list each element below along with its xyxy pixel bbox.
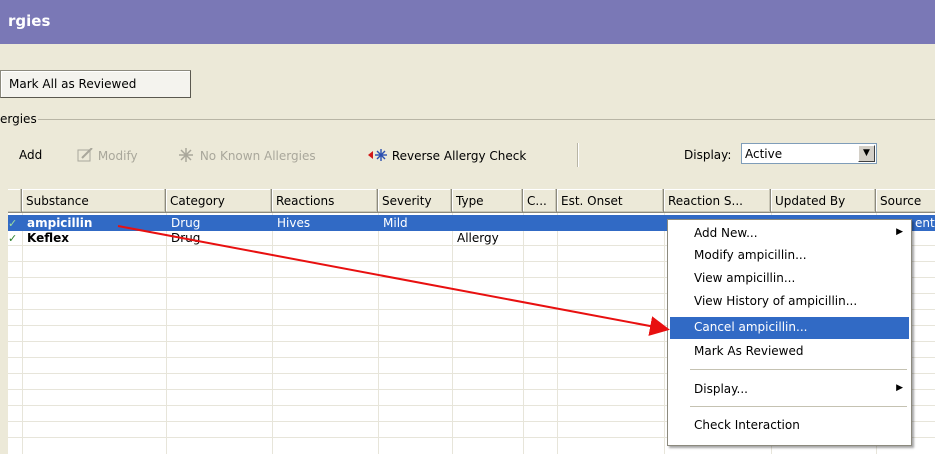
no-known-allergies-icon xyxy=(179,148,193,162)
cell-type xyxy=(452,215,523,231)
menu-separator xyxy=(690,406,907,407)
column-header-severity[interactable]: Severity xyxy=(378,189,452,213)
checkmark-icon: ✓ xyxy=(8,232,18,245)
menu-item-display[interactable]: Display... ▶ xyxy=(670,379,909,401)
display-label: Display: xyxy=(684,148,732,162)
submenu-arrow-icon: ▶ xyxy=(896,383,903,393)
cell-severity xyxy=(378,230,452,246)
menu-item-label: Add New... xyxy=(694,226,758,240)
cell-source: ent xyxy=(915,216,935,230)
reverse-allergy-check-label: Reverse Allergy Check xyxy=(391,149,527,163)
no-known-allergies-label: No Known Allergies xyxy=(199,149,316,163)
grid-line xyxy=(452,213,453,454)
grid-line xyxy=(523,213,524,454)
column-header-c[interactable]: C... xyxy=(523,189,557,213)
grid-line xyxy=(272,213,273,454)
menu-separator xyxy=(690,369,907,370)
cell-severity: Mild xyxy=(383,216,408,230)
column-header-status[interactable] xyxy=(8,189,22,213)
mark-all-reviewed-button[interactable]: Mark All as Reviewed xyxy=(0,70,191,98)
dropdown-arrow-icon[interactable]: ▼ xyxy=(858,145,875,162)
add-button[interactable]: Add xyxy=(19,148,42,162)
cell-type: Allergy xyxy=(457,231,499,245)
modify-icon xyxy=(77,147,93,162)
column-header-updated-by[interactable]: Updated By xyxy=(771,189,876,213)
grid-line xyxy=(378,213,379,454)
menu-item-cancel[interactable]: Cancel ampicillin... xyxy=(670,317,909,339)
column-header-reactions[interactable]: Reactions xyxy=(272,189,378,213)
window-title: rgies xyxy=(0,0,935,44)
grid-line xyxy=(664,213,665,454)
reverse-check-icon xyxy=(368,149,387,161)
column-header-category[interactable]: Category xyxy=(166,189,272,213)
group-divider xyxy=(38,119,935,120)
toolbar-separator xyxy=(577,143,578,167)
menu-item-add-new[interactable]: Add New... ▶ xyxy=(670,223,909,245)
cell-category: Drug xyxy=(171,231,201,245)
cell-reactions: Hives xyxy=(277,216,311,230)
allergies-toolbar: Add Modify No Known Allergies Reverse Al… xyxy=(0,143,935,169)
menu-item-mark-reviewed[interactable]: Mark As Reviewed xyxy=(670,341,909,363)
column-header-reaction-status[interactable]: Reaction S... xyxy=(664,189,771,213)
menu-item-view-history[interactable]: View History of ampicillin... xyxy=(670,291,909,313)
no-known-allergies-button[interactable]: No Known Allergies xyxy=(176,148,316,163)
menu-item-view[interactable]: View ampicillin... xyxy=(670,268,909,290)
grid-line xyxy=(557,213,558,454)
grid-line xyxy=(166,213,167,454)
display-select[interactable]: Active ▼ xyxy=(741,143,877,164)
modify-label: Modify xyxy=(97,149,138,163)
modify-button[interactable]: Modify xyxy=(76,147,138,163)
cell-substance: ampicillin xyxy=(27,216,93,230)
cell-substance: Keflex xyxy=(27,231,69,245)
grid-line xyxy=(22,213,23,454)
menu-item-label: Display... xyxy=(694,382,748,396)
menu-item-check-interaction[interactable]: Check Interaction xyxy=(670,415,909,437)
column-header-est-onset[interactable]: Est. Onset xyxy=(557,189,664,213)
menu-item-modify[interactable]: Modify ampicillin... xyxy=(670,245,909,267)
cell-category: Drug xyxy=(171,216,201,230)
column-header-source[interactable]: Source xyxy=(876,189,935,213)
column-header-substance[interactable]: Substance xyxy=(22,189,166,213)
display-value: Active xyxy=(745,147,783,161)
submenu-arrow-icon: ▶ xyxy=(896,227,903,237)
column-header-type[interactable]: Type xyxy=(452,189,523,213)
context-menu: Add New... ▶ Modify ampicillin... View a… xyxy=(667,219,912,446)
cell-reactions xyxy=(272,230,378,246)
checkmark-icon: ✓ xyxy=(8,217,18,230)
allergies-group-label: ergies xyxy=(0,112,37,126)
reverse-allergy-check-button[interactable]: Reverse Allergy Check xyxy=(368,148,526,163)
